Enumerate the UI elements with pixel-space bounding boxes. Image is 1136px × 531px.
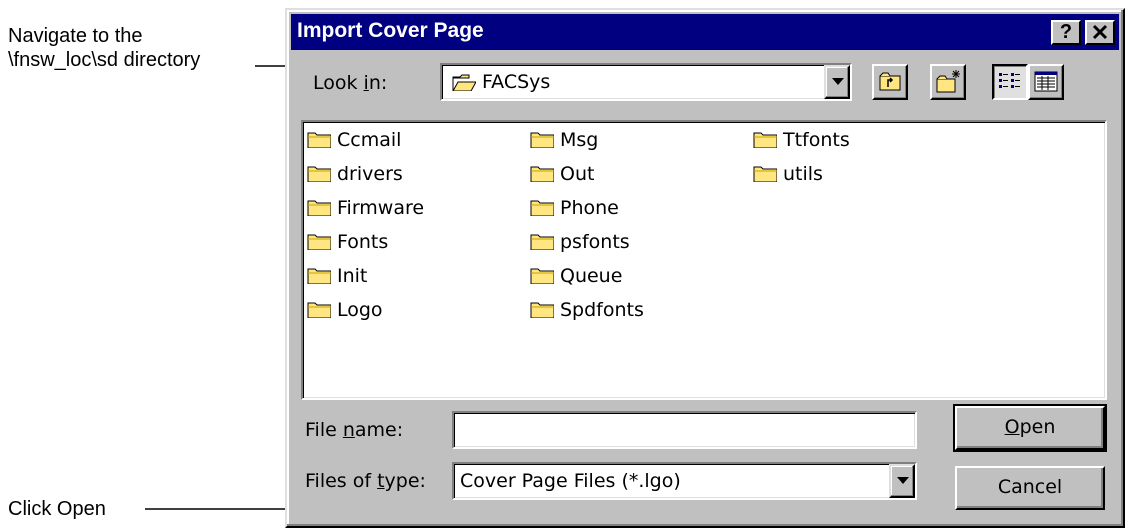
folder-icon (307, 302, 331, 318)
callout-navigate-line2: \fnsw_loc\sd directory (8, 49, 201, 71)
callout-navigate-line1: Navigate to the (8, 25, 143, 47)
folder-item[interactable]: Init (307, 264, 507, 290)
folder-name: Queue (560, 265, 623, 287)
folder-name: drivers (337, 163, 403, 185)
cancel-button[interactable]: Cancel (955, 466, 1105, 510)
folder-icon (530, 302, 554, 318)
chevron-down-icon (832, 78, 844, 85)
folder-item[interactable]: Queue (530, 264, 730, 290)
folder-name: psfonts (560, 231, 630, 253)
import-cover-page-dialog: Import Cover Page ? Look in: FACSys Ccma… (285, 8, 1125, 528)
folder-icon (753, 132, 777, 148)
look-in-label: Look in: (313, 72, 388, 94)
folder-name: Firmware (337, 197, 425, 219)
create-new-folder-icon (936, 70, 960, 93)
folder-icon (530, 268, 554, 284)
file-list[interactable]: Ccmail drivers Firmware Fonts Init Logo Msg Ou… (301, 120, 1107, 400)
folder-name: Out (560, 163, 595, 185)
folder-name: Spdfonts (560, 299, 644, 321)
folder-icon (530, 132, 554, 148)
file-name-label: File name: (305, 419, 404, 441)
folder-item[interactable]: Ccmail (307, 128, 507, 154)
create-new-folder-button[interactable] (930, 64, 966, 100)
chevron-down-icon (897, 477, 909, 484)
folder-name: Ttfonts (783, 129, 850, 151)
folder-icon (530, 200, 554, 216)
folder-name: utils (783, 163, 823, 185)
folder-item[interactable]: Out (530, 162, 730, 188)
callout-click-open: Click Open (8, 498, 106, 520)
open-folder-icon (452, 74, 476, 91)
callout-navigate: Navigate to the \fnsw_loc\sd directory (8, 24, 200, 72)
list-view-button[interactable] (992, 64, 1028, 100)
title-bar[interactable]: Import Cover Page ? (291, 14, 1119, 50)
details-view-icon (1034, 71, 1058, 92)
folder-item[interactable]: Fonts (307, 230, 507, 256)
up-one-level-button[interactable] (872, 64, 908, 100)
details-view-button[interactable] (1028, 64, 1064, 100)
list-view-icon (999, 73, 1020, 88)
folder-item[interactable]: Spdfonts (530, 298, 730, 324)
folder-name: Phone (560, 197, 619, 219)
files-of-type-dropdown-button[interactable] (889, 464, 915, 498)
folder-item[interactable]: Phone (530, 196, 730, 222)
close-button[interactable] (1085, 20, 1115, 45)
close-icon (1092, 24, 1108, 40)
folder-name: Logo (337, 299, 383, 321)
open-button[interactable]: Open (953, 404, 1107, 452)
folder-icon (307, 234, 331, 250)
help-button[interactable]: ? (1051, 20, 1081, 45)
look-in-dropdown-button[interactable] (824, 65, 850, 99)
folder-item[interactable]: Msg (530, 128, 730, 154)
files-of-type-combo[interactable]: Cover Page Files (*.lgo) (452, 462, 917, 500)
folder-item[interactable]: utils (753, 162, 953, 188)
folder-icon (530, 166, 554, 182)
up-one-level-icon (879, 72, 901, 91)
folder-name: Fonts (337, 231, 389, 253)
folder-icon (307, 200, 331, 216)
folder-name: Init (337, 265, 368, 287)
folder-icon (307, 166, 331, 182)
folder-item[interactable]: Logo (307, 298, 507, 324)
folder-item[interactable]: Firmware (307, 196, 507, 222)
folder-icon (307, 268, 331, 284)
files-of-type-label: Files of type: (305, 470, 426, 492)
folder-name: Ccmail (337, 129, 402, 151)
dialog-title: Import Cover Page (297, 19, 484, 42)
folder-icon (307, 132, 331, 148)
folder-item[interactable]: drivers (307, 162, 507, 188)
files-of-type-value: Cover Page Files (*.lgo) (460, 470, 681, 492)
folder-name: Msg (560, 129, 599, 151)
folder-item[interactable]: psfonts (530, 230, 730, 256)
file-name-input[interactable] (452, 411, 917, 449)
folder-icon (753, 166, 777, 182)
look-in-value: FACSys (482, 71, 551, 93)
look-in-combo[interactable]: FACSys (440, 63, 852, 101)
folder-icon (530, 234, 554, 250)
folder-item[interactable]: Ttfonts (753, 128, 953, 154)
